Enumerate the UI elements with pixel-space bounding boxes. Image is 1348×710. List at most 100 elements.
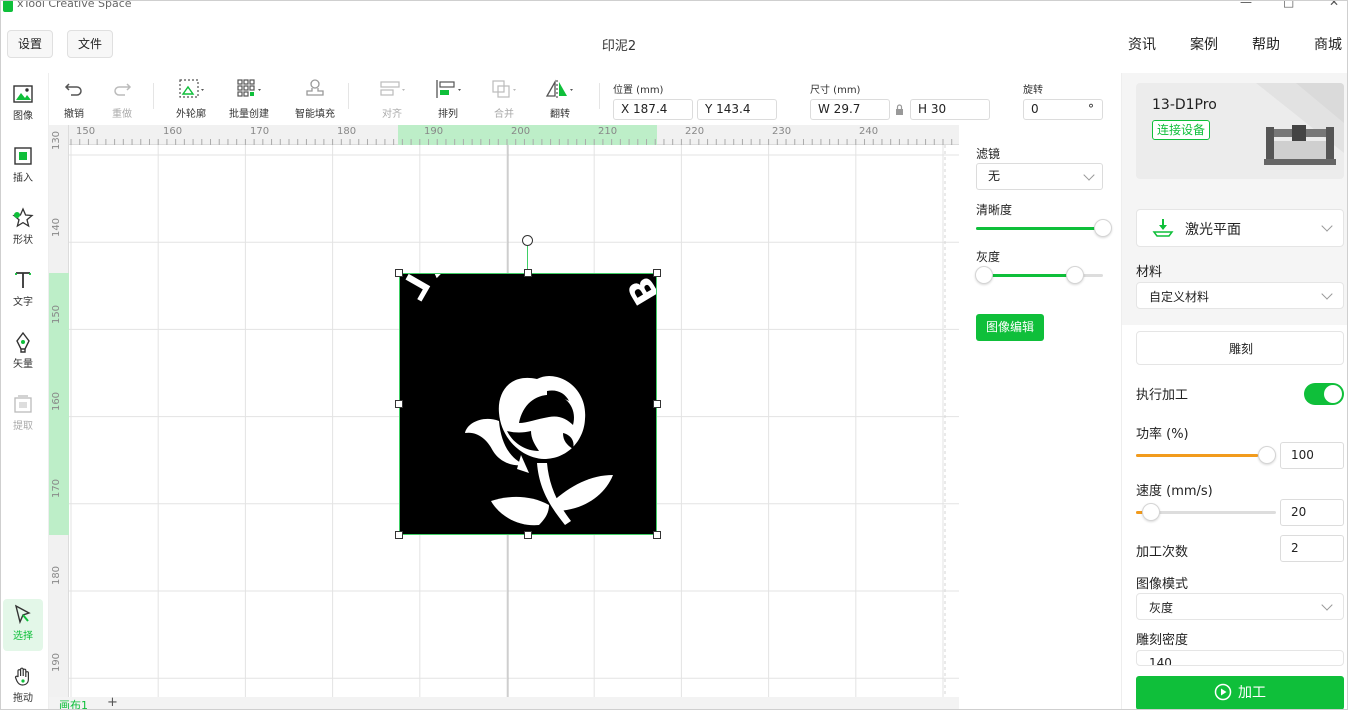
align-icon xyxy=(380,81,405,96)
lock-icon[interactable] xyxy=(895,104,904,115)
news-link[interactable]: 资讯 xyxy=(1128,34,1156,54)
power-slider-fill xyxy=(1136,454,1258,457)
speed-slider-knob[interactable] xyxy=(1142,503,1160,521)
power-slider-knob[interactable] xyxy=(1258,446,1276,464)
speed-input[interactable]: 20 xyxy=(1280,499,1344,526)
chevron-down-icon xyxy=(1321,599,1333,611)
outline-button[interactable]: 外轮廓 xyxy=(164,77,218,120)
image-mode-label: 图像模式 xyxy=(1136,577,1189,592)
flip-button[interactable]: 翻转 xyxy=(533,77,587,120)
filter-value: 无 xyxy=(988,169,1001,183)
help-link[interactable]: 帮助 xyxy=(1252,34,1280,54)
ruler-label: 210 xyxy=(598,126,618,137)
toolbar-divider xyxy=(348,83,349,109)
material-select[interactable]: 自定义材料 xyxy=(1136,282,1344,309)
chevron-down-icon xyxy=(1083,169,1095,181)
resize-handle[interactable] xyxy=(653,269,661,277)
batch-create-label: 批量创建 xyxy=(229,109,269,120)
align-button[interactable]: 对齐 xyxy=(365,77,419,120)
image-mode-value: 灰度 xyxy=(1149,601,1174,615)
undo-button[interactable]: 撤销 xyxy=(47,77,101,120)
sidebar-item-insert[interactable]: 插入 xyxy=(1,145,45,184)
arrange-button[interactable]: 排列 xyxy=(421,77,475,120)
process-button[interactable]: 加工 xyxy=(1136,676,1344,709)
ruler-label: 160 xyxy=(51,391,63,412)
canvas[interactable]: 150 160 170 180 190 200 210 220 230 240 … xyxy=(49,125,959,697)
power-input[interactable]: 100 xyxy=(1280,442,1344,469)
toolbar-divider xyxy=(599,83,600,109)
density-value: 140 xyxy=(1149,656,1172,666)
image-edit-button[interactable]: 图像编辑 xyxy=(976,314,1044,341)
redo-label: 重做 xyxy=(112,109,132,120)
sidebar-label: 形状 xyxy=(13,235,33,246)
position-y-input[interactable]: Y 143.4 xyxy=(697,99,777,120)
speed-label: 速度 (mm/s) xyxy=(1136,484,1213,499)
star-icon xyxy=(12,207,34,228)
close-icon[interactable]: ✕ xyxy=(1329,1,1339,9)
minimize-icon[interactable]: — xyxy=(1240,1,1252,9)
size-label: 尺寸 (mm) xyxy=(810,85,861,96)
passes-input[interactable]: 2 xyxy=(1280,535,1344,562)
maximize-icon[interactable]: □ xyxy=(1283,1,1294,9)
rotate-handle[interactable] xyxy=(522,235,533,246)
gray-slider-knob-high[interactable] xyxy=(1066,266,1085,284)
sidebar-item-text[interactable]: 文字 xyxy=(1,269,45,308)
sidebar-item-shape[interactable]: 形状 xyxy=(1,207,45,246)
gray-label: 灰度 xyxy=(976,250,1001,264)
redo-button[interactable]: 重做 xyxy=(95,77,149,120)
engrave-tab[interactable]: 雕刻 xyxy=(1136,331,1344,365)
resize-handle[interactable] xyxy=(524,531,532,539)
laser-mode-value: 激光平面 xyxy=(1185,222,1241,238)
vertical-ruler: 130 140 150 160 170 180 190 xyxy=(49,125,69,697)
combine-button[interactable]: 合并 xyxy=(477,77,531,120)
sidebar-item-select[interactable]: 选择 xyxy=(3,599,43,651)
density-select[interactable]: 140 xyxy=(1136,650,1344,666)
execute-toggle[interactable] xyxy=(1304,383,1344,405)
ruler-label: 140 xyxy=(51,217,63,238)
sidebar-item-extract[interactable]: 提取 xyxy=(1,393,45,432)
ruler-label: 170 xyxy=(250,126,270,137)
ruler-label: 220 xyxy=(685,126,705,137)
tab-canvas-1[interactable]: 画布1 xyxy=(59,697,88,709)
width-input[interactable]: W 29.7 xyxy=(810,99,890,120)
filter-select[interactable]: 无 xyxy=(976,163,1103,190)
resize-handle[interactable] xyxy=(395,269,403,277)
ruler-label: 190 xyxy=(51,652,63,673)
laser-mode-select[interactable]: 激光平面 xyxy=(1136,209,1344,247)
undo-label: 撤销 xyxy=(64,109,84,120)
smart-fill-button[interactable]: 智能填充 xyxy=(288,77,342,120)
sidebar-item-image[interactable]: 图像 xyxy=(1,83,45,122)
gray-slider-knob-low[interactable] xyxy=(975,266,993,284)
text-icon xyxy=(15,272,31,288)
height-input[interactable]: H 30 xyxy=(910,99,990,120)
sidebar-label: 插入 xyxy=(13,173,33,184)
ruler-label: 150 xyxy=(51,304,63,325)
image-mode-select[interactable]: 灰度 xyxy=(1136,593,1344,620)
resize-handle[interactable] xyxy=(524,269,532,277)
stamp-icon xyxy=(306,79,324,96)
resize-handle[interactable] xyxy=(395,400,403,408)
filter-label: 滤镜 xyxy=(976,147,1001,161)
connect-device-button[interactable]: 连接设备 xyxy=(1152,120,1211,140)
position-label: 位置 (mm) xyxy=(613,85,664,96)
chevron-down-icon xyxy=(1321,220,1333,232)
resize-handle[interactable] xyxy=(653,400,661,408)
cases-link[interactable]: 案例 xyxy=(1190,34,1218,54)
sidebar-item-vector[interactable]: 矢量 xyxy=(1,331,45,370)
app-window: xTool Creative Space — □ ✕ 设置 文件 印泥2 资讯 … xyxy=(0,0,1348,710)
laser-machine-icon xyxy=(1264,125,1336,165)
add-tab-button[interactable]: + xyxy=(107,695,118,709)
sharpness-slider-knob[interactable] xyxy=(1094,219,1112,237)
app-title: xTool Creative Space xyxy=(17,0,132,10)
sidebar-item-pan[interactable]: 拖动 xyxy=(1,665,45,704)
right-panel: 13-D1Pro 连接设备 激光平面 材料 自定义材料 雕刻 执行加工 功率 (… xyxy=(1121,73,1347,709)
position-x-input[interactable]: X 187.4 xyxy=(613,99,693,120)
material-label: 材料 xyxy=(1136,265,1163,280)
resize-handle[interactable] xyxy=(395,531,403,539)
ruler-label: 200 xyxy=(511,126,531,137)
resize-handle[interactable] xyxy=(653,531,661,539)
store-link[interactable]: 商城 xyxy=(1314,34,1342,54)
batch-create-button[interactable]: 批量创建 xyxy=(222,77,276,120)
rotate-input[interactable]: 0 ° xyxy=(1023,99,1103,120)
ruler-label: 180 xyxy=(337,126,357,137)
